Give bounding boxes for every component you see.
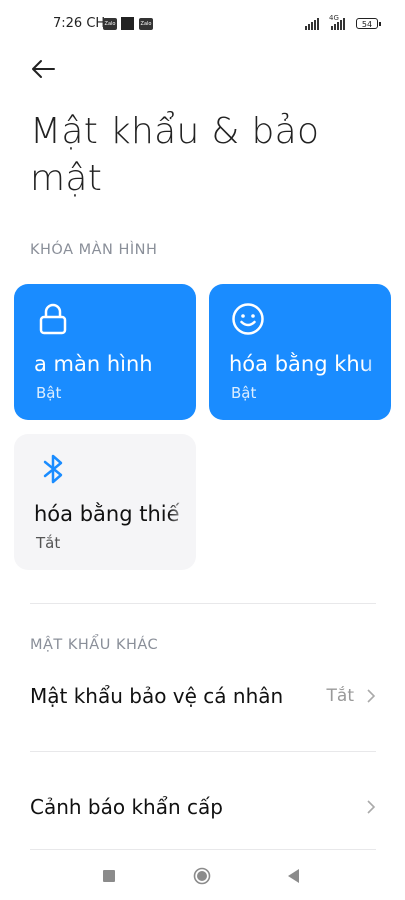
card-status: Bật	[231, 384, 257, 402]
recents-button[interactable]	[103, 870, 115, 882]
card-status: Tắt	[36, 534, 61, 552]
card-status: Bật	[36, 384, 62, 402]
personal-password-row[interactable]: Mật khẩu bảo vệ cá nhân Tắt	[30, 666, 376, 726]
back-button[interactable]	[30, 58, 60, 80]
back-arrow-icon	[32, 60, 55, 78]
zalo-notification-icon: Zalo	[103, 18, 117, 30]
navigation-bar	[0, 850, 405, 900]
bluetooth-unlock-card[interactable]: hóa bằng thiế Tắt	[14, 434, 196, 570]
status-time: 7:26 CH	[53, 16, 106, 31]
row-label: Mật khẩu bảo vệ cá nhân	[30, 684, 284, 708]
face-unlock-card[interactable]: hóa bằng khu Bật	[209, 284, 391, 420]
page-title: Mật khẩu & bảo mật	[30, 111, 320, 199]
text-fade-overlay	[363, 344, 391, 384]
signal-icon	[305, 18, 319, 30]
signal-icon	[331, 18, 345, 30]
lock-icon	[39, 303, 67, 335]
row-value: Tắt	[326, 686, 354, 706]
section-divider	[30, 603, 376, 604]
notification-square-icon	[121, 17, 134, 30]
chevron-right-icon	[367, 689, 376, 703]
card-title: hóa bằng khu	[229, 352, 373, 376]
face-icon	[232, 303, 264, 335]
zalo-notification-icon: Zalo	[139, 18, 153, 30]
section-heading-lock-screen: KHÓA MÀN HÌNH	[30, 242, 158, 258]
text-fade-overlay	[168, 494, 196, 534]
section-divider	[30, 751, 376, 752]
card-title: a màn hình	[34, 352, 153, 376]
card-title: hóa bằng thiế	[34, 502, 180, 526]
screen-lock-card[interactable]: a màn hình Bật	[14, 284, 196, 420]
row-label: Cảnh báo khẩn cấp	[30, 795, 223, 819]
chevron-right-icon	[367, 800, 376, 814]
status-bar: 7:26 CH Zalo Zalo 4G 54	[0, 0, 405, 50]
nav-back-button[interactable]	[286, 868, 300, 884]
bluetooth-icon	[43, 454, 63, 484]
emergency-alert-row[interactable]: Cảnh báo khẩn cấp	[30, 777, 376, 837]
home-button[interactable]	[193, 867, 211, 885]
battery-icon: 54	[356, 18, 381, 29]
section-heading-other-passwords: MẬT KHẨU KHÁC	[30, 637, 159, 653]
